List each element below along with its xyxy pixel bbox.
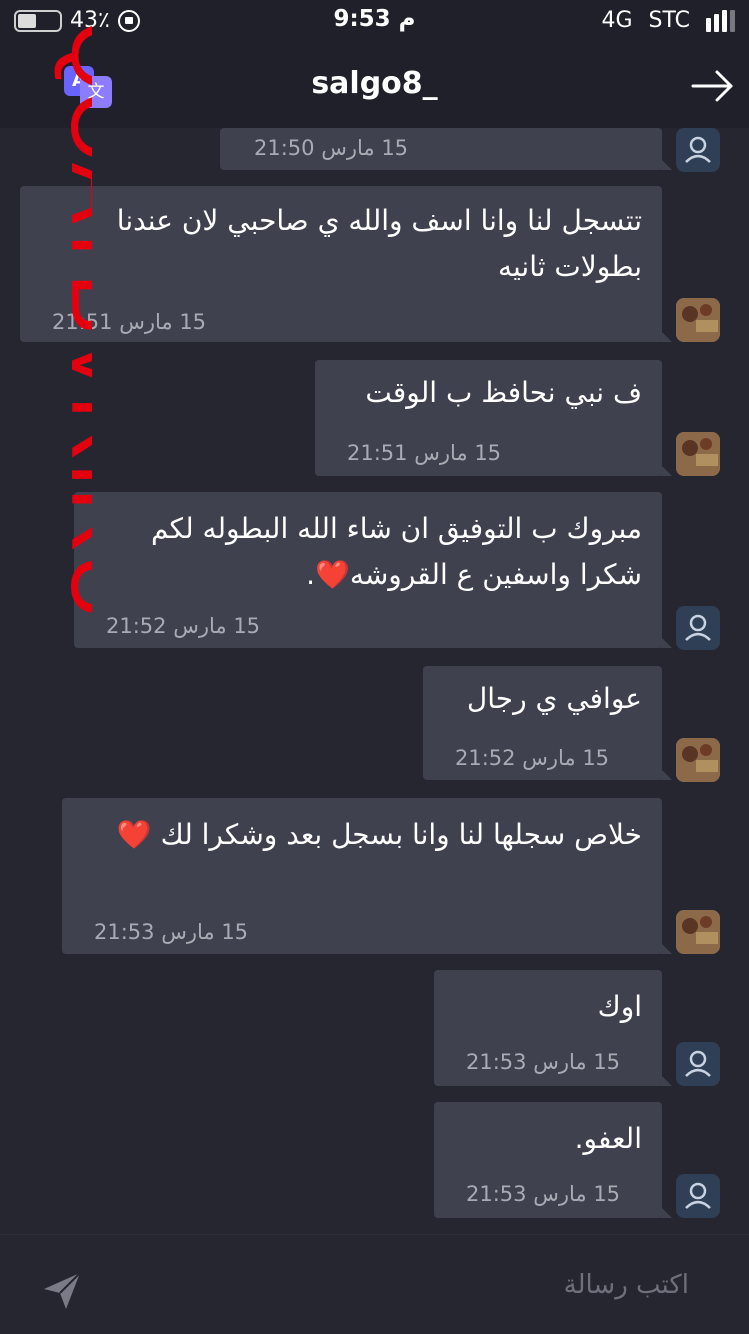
user-icon — [685, 1182, 711, 1209]
message-text: عوافي ي رجال — [466, 682, 642, 715]
message-text: مبروك ب التوفيق ان شاء الله البطوله لكم … — [150, 512, 642, 591]
message-time: 15 مارس 21:52 — [455, 746, 610, 770]
message-bubble[interactable]: 15 مارس 21:50 — [220, 128, 672, 170]
message-input[interactable] — [110, 1263, 689, 1307]
message-bubble[interactable]: تتسجل لنا وانا اسف والله ي صاحبي لان عند… — [20, 186, 672, 342]
avatar[interactable] — [676, 1042, 720, 1086]
chat-header: A 文 salgo8_ — [0, 42, 749, 128]
message-bubble[interactable]: ف نبي نحافظ ب الوقت 15 مارس 21:51 — [315, 360, 672, 476]
message-text: العفو. — [574, 1122, 642, 1155]
message-text: تتسجل لنا وانا اسف والله ي صاحبي لان عند… — [116, 204, 642, 283]
watermark: QOATBVRIRU — [52, 20, 92, 618]
user-icon — [685, 1050, 711, 1077]
avatar[interactable] — [676, 738, 720, 782]
avatar[interactable] — [676, 910, 720, 954]
message-bubble[interactable]: عوافي ي رجال 15 مارس 21:52 — [423, 666, 672, 780]
avatar[interactable] — [676, 298, 720, 342]
watermark-text: QOATBVRIRU — [52, 20, 92, 618]
signal-icon — [706, 9, 735, 32]
message-bubble[interactable]: اوك 15 مارس 21:53 — [434, 970, 672, 1086]
avatar[interactable] — [676, 606, 720, 650]
message-bubble[interactable]: خلاص سجلها لنا وانا بسجل بعد وشكرا لك ❤️… — [62, 798, 672, 954]
message-time: 15 مارس 21:52 — [106, 614, 261, 638]
profile-photo — [676, 298, 720, 342]
user-icon — [685, 136, 711, 163]
profile-photo — [676, 432, 720, 476]
user-icon — [685, 614, 711, 641]
profile-photo — [676, 910, 720, 954]
carrier-name: STC — [648, 8, 690, 33]
message-time: 15 مارس 21:50 — [254, 136, 409, 160]
profile-photo — [676, 738, 720, 782]
message-time: 15 مارس 21:53 — [466, 1050, 621, 1074]
status-right: 4G STC — [601, 8, 735, 33]
message-input-bar — [0, 1234, 749, 1334]
chat-title: salgo8_ — [311, 66, 438, 101]
chat-area[interactable]: 15 مارس 21:50 تتسجل لنا وانا اسف والله ي… — [0, 128, 749, 1234]
message-bubble[interactable]: العفو. 15 مارس 21:53 — [434, 1102, 672, 1218]
avatar[interactable] — [676, 1174, 720, 1218]
message-bubble[interactable]: مبروك ب التوفيق ان شاء الله البطوله لكم … — [74, 492, 672, 648]
network-type: 4G — [601, 8, 633, 33]
send-icon[interactable] — [40, 1269, 84, 1313]
avatar[interactable] — [676, 432, 720, 476]
arrow-right-icon[interactable] — [691, 68, 735, 104]
message-time: 15 مارس 21:53 — [94, 920, 249, 944]
message-time: 15 مارس 21:53 — [466, 1182, 621, 1206]
status-bar: 43٪ 9:53 م 4G STC — [0, 0, 749, 42]
message-text: اوك — [597, 990, 642, 1023]
message-text: ف نبي نحافظ ب الوقت — [365, 376, 642, 409]
avatar[interactable] — [676, 128, 720, 172]
message-text: خلاص سجلها لنا وانا بسجل بعد وشكرا لك ❤️ — [116, 818, 642, 851]
message-time: 15 مارس 21:51 — [347, 441, 502, 465]
